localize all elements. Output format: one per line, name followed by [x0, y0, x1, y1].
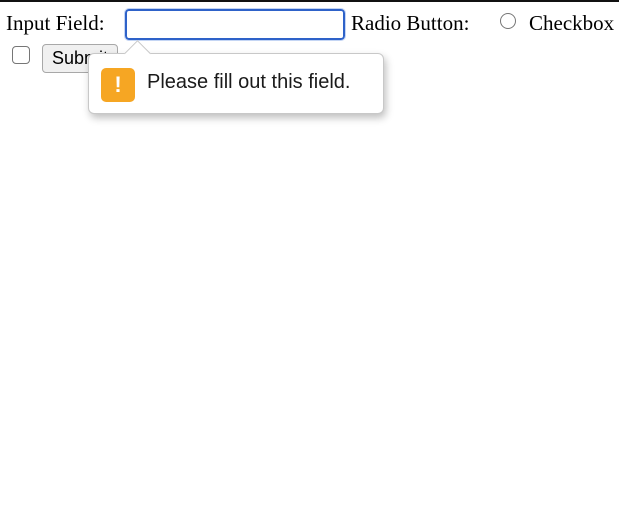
- tooltip-arrow: [124, 40, 151, 67]
- validation-tooltip: ! Please fill out this field.: [88, 40, 384, 114]
- page: Input Field: Radio Button: Checkbox Subm…: [0, 0, 619, 505]
- radio-button-label: Radio Button:: [351, 11, 470, 35]
- warning-icon: !: [101, 68, 135, 102]
- radio-button[interactable]: [500, 13, 516, 29]
- input-field[interactable]: [124, 8, 346, 41]
- validation-message: Please fill out this field.: [147, 71, 351, 93]
- checkbox[interactable]: [12, 46, 30, 64]
- checkbox-label: Checkbox: [529, 11, 615, 35]
- input-field-label: Input Field:: [6, 11, 105, 35]
- top-border: [0, 0, 619, 2]
